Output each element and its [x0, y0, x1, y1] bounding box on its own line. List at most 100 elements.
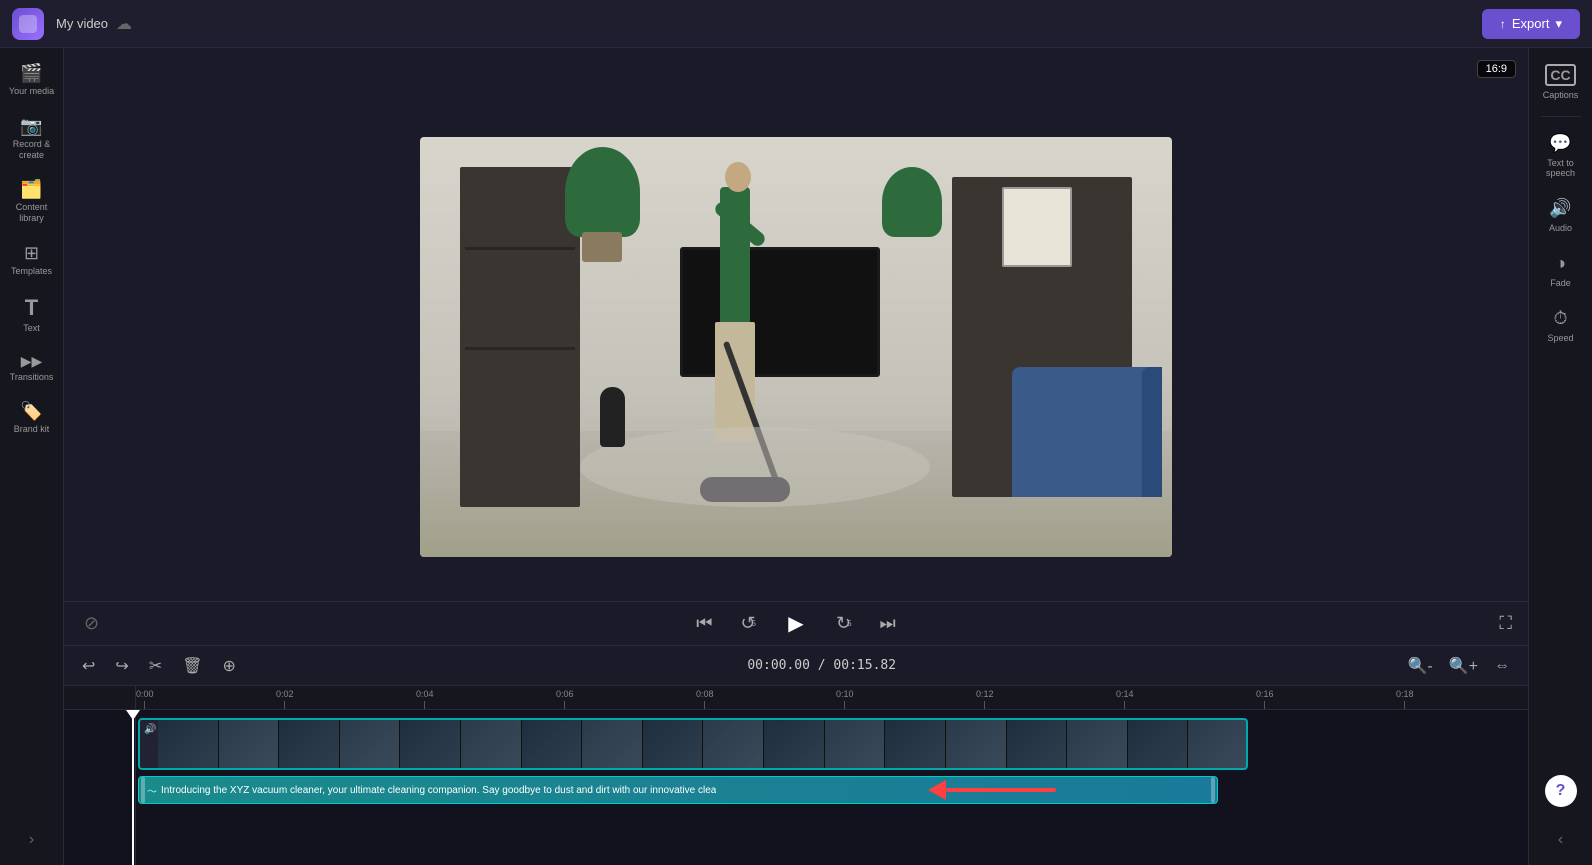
ruler-mark-18: 0:18: [1396, 689, 1414, 709]
sidebar-item-your-media[interactable]: 🎬 Your media: [4, 56, 60, 105]
sidebar-collapse-button[interactable]: ›: [21, 823, 42, 857]
rewind-button[interactable]: ↺5: [736, 609, 760, 638]
sidebar-item-content-library[interactable]: 🗂️ Content library: [4, 172, 60, 232]
sidebar-item-audio[interactable]: 🔊 Audio: [1533, 190, 1589, 241]
ruler-mark-16: 0:16: [1256, 689, 1274, 709]
export-chevron-icon: ▾: [1555, 16, 1562, 32]
right-sidebar: CC Captions 💬 Text to speech 🔊 Audio ◑ F…: [1528, 48, 1592, 865]
export-arrow-icon: ↑: [1500, 17, 1506, 31]
film-frame: [522, 718, 583, 770]
sidebar-item-transitions[interactable]: ▶▶ Transitions: [4, 346, 60, 391]
ruler-line-12: [984, 701, 985, 709]
sidebar-item-templates[interactable]: ⊞ Templates: [4, 236, 60, 285]
track-label-area: [64, 710, 135, 865]
project-title: My video ☁: [56, 14, 132, 34]
sidebar-item-brand-kit[interactable]: 🏷️ Brand kit: [4, 394, 60, 443]
fit-timeline-button[interactable]: ⇔: [1488, 654, 1516, 678]
undo-button[interactable]: ↩: [76, 652, 101, 680]
speed-label: Speed: [1547, 333, 1573, 343]
audio-icon: 🔊: [1549, 198, 1571, 219]
film-frame: [400, 718, 461, 770]
add-media-button[interactable]: ⊕: [217, 652, 242, 680]
ruler-line-8: [704, 701, 705, 709]
forward-button[interactable]: ↻5: [832, 609, 856, 638]
ruler-mark-14: 0:14: [1116, 689, 1134, 709]
timeline-time-display: 00:00.00 / 00:15.82: [250, 658, 1394, 673]
scene-plant-left: [565, 147, 640, 237]
scene-shelves-left: [460, 167, 580, 507]
sidebar-item-captions[interactable]: CC Captions: [1533, 56, 1589, 108]
video-track-row: 🔊: [138, 718, 1528, 770]
export-button[interactable]: ↑ Export ▾: [1482, 9, 1580, 39]
scene-tv: [680, 247, 880, 377]
film-frame: [1007, 718, 1068, 770]
caption-track[interactable]: 〜 Introducing the XYZ vacuum cleaner, yo…: [138, 776, 1218, 804]
ruler-line-18: [1404, 701, 1405, 709]
play-button[interactable]: ▶: [780, 608, 812, 640]
film-frame: [703, 718, 764, 770]
video-frame: [420, 137, 1172, 557]
sidebar-item-fade[interactable]: ◑ Fade: [1533, 245, 1589, 296]
zoom-controls: 🔍- 🔍+ ⇔: [1401, 654, 1516, 678]
text-to-speech-icon: 💬: [1549, 133, 1571, 154]
cut-button[interactable]: ✂: [143, 652, 168, 680]
sidebar-item-text[interactable]: T Text: [4, 289, 60, 342]
ruler-line-2: [284, 701, 285, 709]
caption-track-row: 〜 Introducing the XYZ vacuum cleaner, yo…: [138, 776, 1528, 804]
scene-sofa: [1012, 367, 1162, 497]
help-button[interactable]: ?: [1545, 775, 1577, 807]
skip-back-button[interactable]: ⏮: [692, 609, 716, 638]
sidebar-item-speed[interactable]: ⏱ Speed: [1533, 300, 1589, 351]
film-frame: [219, 718, 280, 770]
delete-button[interactable]: 🗑: [176, 652, 208, 680]
film-frame: [1128, 718, 1189, 770]
content-area: 16:9: [64, 48, 1528, 865]
ruler-label-6: 0:06: [556, 689, 574, 699]
caption-right-handle[interactable]: [1211, 777, 1215, 803]
ruler-label-14: 0:14: [1116, 689, 1134, 699]
caption-text: Introducing the XYZ vacuum cleaner, your…: [161, 785, 716, 796]
zoom-in-button[interactable]: 🔍+: [1443, 654, 1484, 678]
ruler-mark-6: 0:06: [556, 689, 574, 709]
redo-button[interactable]: ↪: [109, 652, 134, 680]
ruler-mark-12: 0:12: [976, 689, 994, 709]
caption-left-handle[interactable]: [141, 777, 145, 803]
zoom-out-button[interactable]: 🔍-: [1401, 654, 1438, 678]
brand-kit-icon: 🏷️: [20, 402, 42, 420]
help-label: ?: [1556, 782, 1566, 800]
sidebar-label-content-library: Content library: [8, 202, 56, 224]
scene-person-head: [725, 162, 751, 192]
film-frame: [764, 718, 825, 770]
ruler-line-10: [844, 701, 845, 709]
scene-speaker: [600, 387, 625, 447]
video-track[interactable]: 🔊: [138, 718, 1248, 770]
skip-forward-button[interactable]: ⏭: [876, 609, 900, 638]
app-logo-inner: [19, 15, 37, 33]
sidebar-item-record-create[interactable]: 📷 Record &create: [4, 109, 60, 169]
ruler-line-14: [1124, 701, 1125, 709]
film-frame: [825, 718, 886, 770]
timeline-scroll-area[interactable]: 0:00 0:02 0:04: [136, 686, 1528, 865]
ruler-label-10: 0:10: [836, 689, 854, 699]
fade-label: Fade: [1550, 278, 1571, 288]
fade-icon: ◑: [1555, 253, 1566, 274]
scene-rug: [580, 427, 930, 507]
sidebar-label-record-create: Record &create: [13, 139, 51, 161]
video-controls: ⊘ ⏮ ↺5 ▶ ↻5 ⏭ ⛶: [64, 601, 1528, 645]
ruler-line-16: [1264, 701, 1265, 709]
ruler-label-4: 0:04: [416, 689, 434, 699]
ruler-mark-0: 0:00: [136, 689, 154, 709]
aspect-ratio-badge: 16:9: [1477, 60, 1516, 78]
scene-artwork: [1002, 187, 1072, 267]
film-frame: [158, 718, 219, 770]
no-captions-button[interactable]: ⊘: [80, 609, 103, 638]
sidebar-label-transitions: Transitions: [10, 372, 54, 383]
scene-sofa-arm: [1142, 367, 1162, 497]
ruler-mark-2: 0:02: [276, 689, 294, 709]
fullscreen-button[interactable]: ⛶: [1499, 613, 1512, 634]
ruler-label-0: 0:00: [136, 689, 154, 699]
film-frame: [340, 718, 401, 770]
text-to-speech-label: Text to speech: [1537, 158, 1585, 178]
right-sidebar-collapse-button[interactable]: ‹: [1550, 823, 1571, 857]
sidebar-item-text-to-speech[interactable]: 💬 Text to speech: [1533, 125, 1589, 186]
